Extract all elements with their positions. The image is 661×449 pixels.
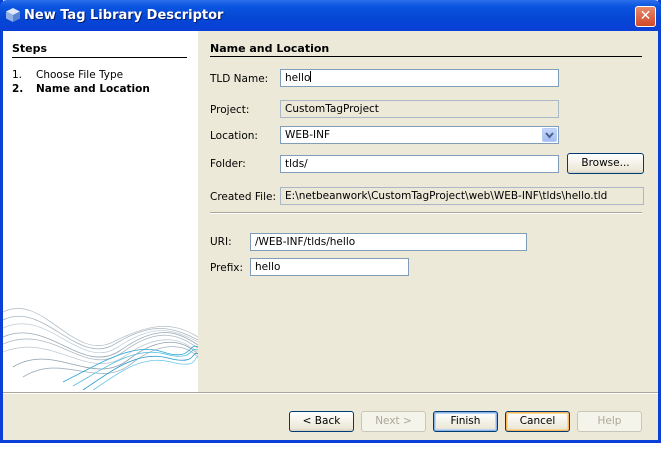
text-caret xyxy=(310,71,312,82)
tld-name-value: hello xyxy=(285,72,311,84)
created-file-value: E:\netbeanwork\CustomTagProject\web\WEB-… xyxy=(285,190,608,202)
step-label: Choose File Type xyxy=(36,69,124,81)
steps-panel: Steps 1. Choose File Type 2. Name and Loca… xyxy=(3,31,198,392)
chevron-down-icon xyxy=(545,132,554,139)
step-choose-file-type: 1. Choose File Type xyxy=(12,69,123,81)
close-button[interactable]: ✕ xyxy=(635,6,656,27)
step-name-and-location: 2. Name and Location xyxy=(12,83,150,95)
prefix-value: hello xyxy=(255,261,281,273)
folder-label: Folder: xyxy=(210,158,246,170)
next-button[interactable]: Next > xyxy=(361,411,426,432)
project-label: Project: xyxy=(210,104,250,116)
netbeans-cube-icon xyxy=(6,8,20,22)
location-label: Location: xyxy=(210,130,258,142)
window-title: New Tag Library Descriptor xyxy=(24,8,224,23)
tld-name-label: TLD Name: xyxy=(210,73,269,85)
step-number: 2. xyxy=(12,83,24,95)
project-value: CustomTagProject xyxy=(285,103,379,115)
close-icon: ✕ xyxy=(639,8,652,24)
browse-button[interactable]: Browse... xyxy=(567,153,644,174)
section-title: Name and Location xyxy=(210,42,330,55)
help-button[interactable]: Help xyxy=(577,411,642,432)
folder-value: tlds/ xyxy=(285,158,308,170)
created-file-label: Created File: xyxy=(210,191,276,203)
location-value: WEB-INF xyxy=(285,129,330,141)
prefix-input[interactable]: hello xyxy=(250,258,409,276)
finish-button[interactable]: Finish xyxy=(433,411,498,432)
uri-input[interactable]: /WEB-INF/tlds/hello xyxy=(250,233,527,251)
location-select[interactable]: WEB-INF xyxy=(280,126,559,144)
title-bar[interactable]: New Tag Library Descriptor ✕ xyxy=(0,0,661,31)
created-file-field: E:\netbeanwork\CustomTagProject\web\WEB-… xyxy=(280,187,644,205)
folder-input[interactable]: tlds/ xyxy=(280,155,559,173)
section-divider xyxy=(210,56,642,57)
tld-name-input[interactable]: hello xyxy=(280,69,559,87)
step-number: 1. xyxy=(12,69,23,81)
cancel-button[interactable]: Cancel xyxy=(505,411,570,432)
uri-label: URI: xyxy=(210,236,232,248)
dialog-window: New Tag Library Descriptor ✕ Steps 1. Cho… xyxy=(0,0,661,443)
section-separator xyxy=(210,212,642,214)
step-label: Name and Location xyxy=(36,83,150,95)
decorative-waves-image xyxy=(3,308,198,391)
steps-title: Steps xyxy=(12,42,48,55)
back-button[interactable]: < Back xyxy=(289,411,354,432)
prefix-label: Prefix: xyxy=(210,262,244,274)
uri-value: /WEB-INF/tlds/hello xyxy=(255,236,356,248)
steps-divider xyxy=(12,57,187,58)
button-bar-separator xyxy=(3,392,658,394)
dropdown-button[interactable] xyxy=(542,128,557,142)
project-field: CustomTagProject xyxy=(280,100,559,118)
name-location-panel: Name and Location TLD Name: hello Projec… xyxy=(198,31,658,392)
